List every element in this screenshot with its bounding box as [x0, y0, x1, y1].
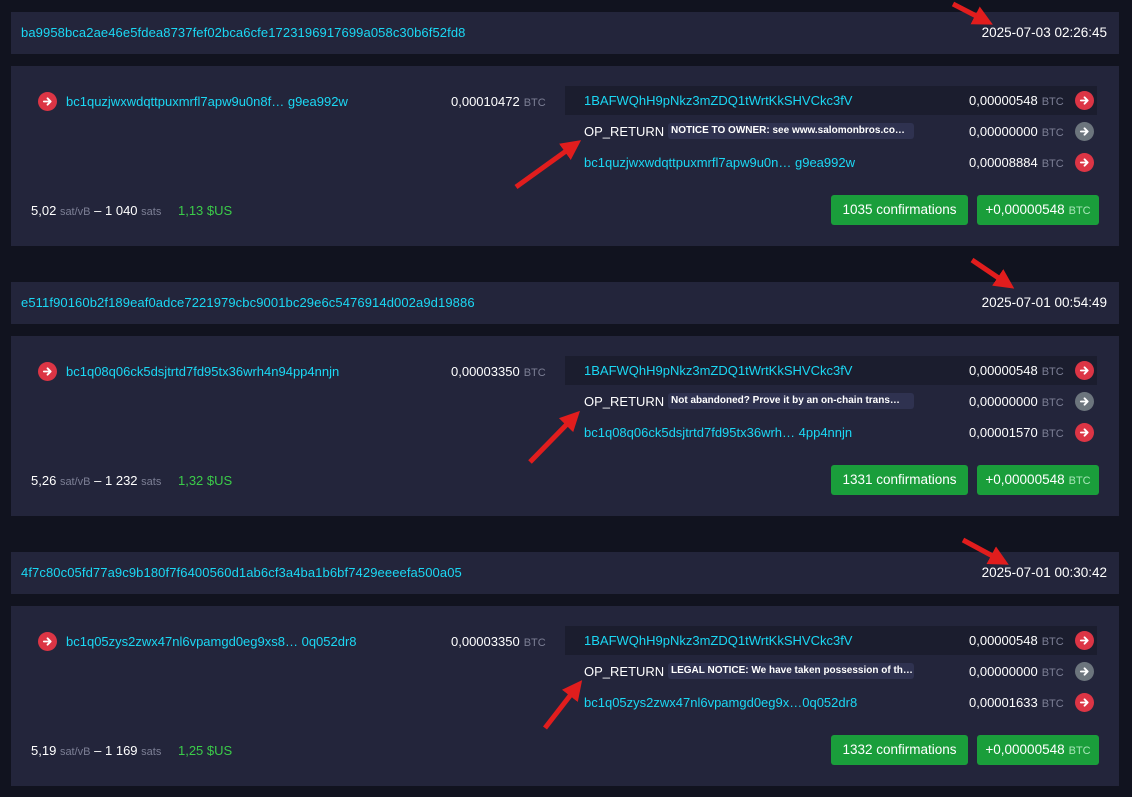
output-amount: 0,00000000 BTC — [969, 664, 1064, 679]
input-address-link[interactable]: bc1q08q06ck5dsjtrtd7fd95tx36wrh4n94pp4nn… — [66, 364, 339, 379]
input-arrow-icon[interactable] — [38, 632, 57, 651]
output-address-link[interactable]: bc1quzjwxwdqttpuxmrfl7apw9u0n… g9ea992w — [584, 155, 855, 170]
txid-link[interactable]: e511f90160b2f189eaf0adce7221979cbc9001bc… — [21, 295, 475, 310]
op-return-message: Not abandoned? Prove it by an on-chain t… — [668, 393, 914, 409]
txid-link[interactable]: 4f7c80c05fd77a9c9b180f7f6400560d1ab6cf3a… — [21, 565, 462, 580]
confirmations-button[interactable]: 1331 confirmations — [831, 465, 968, 495]
fee-summary: 5,26 sat/vB – 1 232 sats 1,32 $US — [31, 473, 233, 488]
txid-link[interactable]: ba9958bca2ae46e5fdea8737fef02bca6cfe1723… — [21, 25, 466, 40]
output-row-op-return: OP_RETURN LEGAL NOTICE: We have taken po… — [565, 657, 1097, 686]
output-row: 1BAFWQhH9pNkz3mZDQ1tWrtKkSHVCkc3fV 0,000… — [565, 626, 1097, 655]
output-address-link[interactable]: 1BAFWQhH9pNkz3mZDQ1tWrtKkSHVCkc3fV — [584, 633, 852, 648]
output-arrow-icon[interactable] — [1075, 631, 1094, 650]
fee-usd: 1,32 $US — [177, 473, 233, 488]
output-address-link[interactable]: 1BAFWQhH9pNkz3mZDQ1tWrtKkSHVCkc3fV — [584, 93, 852, 108]
output-amount: 0,00000000 BTC — [969, 394, 1064, 409]
output-arrow-icon — [1075, 122, 1094, 141]
output-row: 1BAFWQhH9pNkz3mZDQ1tWrtKkSHVCkc3fV 0,000… — [565, 356, 1097, 385]
input-address-link[interactable]: bc1quzjwxwdqttpuxmrfl7apw9u0n8f… g9ea992… — [66, 94, 348, 109]
input-amount: 0,00003350 BTC — [451, 634, 546, 649]
tx-timestamp: 2025-07-01 00:30:42 — [981, 565, 1107, 580]
tx-header: 4f7c80c05fd77a9c9b180f7f6400560d1ab6cf3a… — [11, 552, 1119, 594]
output-arrow-icon[interactable] — [1075, 423, 1094, 442]
tx-header: ba9958bca2ae46e5fdea8737fef02bca6cfe1723… — [11, 12, 1119, 54]
output-amount: 0,00001633 BTC — [969, 695, 1064, 710]
output-amount: 0,00000000 BTC — [969, 124, 1064, 139]
output-arrow-icon[interactable] — [1075, 361, 1094, 380]
op-return-label: OP_RETURN — [584, 664, 665, 679]
output-address-link[interactable]: 1BAFWQhH9pNkz3mZDQ1tWrtKkSHVCkc3fV — [584, 363, 852, 378]
op-return-message: LEGAL NOTICE: We have taken possession o… — [668, 663, 914, 679]
input-address-link[interactable]: bc1q05zys2zwx47nl6vpamgd0eg9xs8… 0q052dr… — [66, 634, 357, 649]
output-row-op-return: OP_RETURN NOTICE TO OWNER: see www.salom… — [565, 117, 1097, 146]
output-amount: 0,00000548 BTC — [969, 633, 1064, 648]
fee-summary: 5,19 sat/vB – 1 169 sats 1,25 $US — [31, 743, 233, 758]
input-amount: 0,00003350 BTC — [451, 364, 546, 379]
output-arrow-icon — [1075, 392, 1094, 411]
fee-summary: 5,02 sat/vB – 1 040 sats 1,13 $US — [31, 203, 233, 218]
input-arrow-icon[interactable] — [38, 92, 57, 111]
op-return-label: OP_RETURN — [584, 394, 665, 409]
op-return-message: NOTICE TO OWNER: see www.salomonbros.co… — [668, 123, 914, 139]
input-arrow-icon[interactable] — [38, 362, 57, 381]
output-row: bc1quzjwxwdqttpuxmrfl7apw9u0n… g9ea992w … — [565, 148, 1097, 177]
annotation-arrow-timestamp-2 — [970, 257, 1015, 289]
total-amount-button[interactable]: +0,00000548 BTC — [977, 195, 1099, 225]
output-amount: 0,00001570 BTC — [969, 425, 1064, 440]
tx-timestamp: 2025-07-03 02:26:45 — [981, 25, 1107, 40]
output-amount: 0,00000548 BTC — [969, 93, 1064, 108]
output-arrow-icon[interactable] — [1075, 693, 1094, 712]
output-arrow-icon — [1075, 662, 1094, 681]
tx-header: e511f90160b2f189eaf0adce7221979cbc9001bc… — [11, 282, 1119, 324]
total-amount-button[interactable]: +0,00000548 BTC — [977, 465, 1099, 495]
tx-timestamp: 2025-07-01 00:54:49 — [981, 295, 1107, 310]
output-arrow-icon[interactable] — [1075, 91, 1094, 110]
input-amount: 0,00010472 BTC — [451, 94, 546, 109]
total-amount-button[interactable]: +0,00000548 BTC — [977, 735, 1099, 765]
output-address-link[interactable]: bc1q08q06ck5dsjtrtd7fd95tx36wrh… 4pp4nnj… — [584, 425, 852, 440]
fee-usd: 1,13 $US — [177, 203, 233, 218]
output-arrow-icon[interactable] — [1075, 153, 1094, 172]
output-row: 1BAFWQhH9pNkz3mZDQ1tWrtKkSHVCkc3fV 0,000… — [565, 86, 1097, 115]
fee-usd: 1,25 $US — [177, 743, 233, 758]
op-return-label: OP_RETURN — [584, 124, 665, 139]
output-row: bc1q05zys2zwx47nl6vpamgd0eg9x…0q052dr8 0… — [565, 688, 1097, 717]
output-amount: 0,00000548 BTC — [969, 363, 1064, 378]
tx-body: bc1q08q06ck5dsjtrtd7fd95tx36wrh4n94pp4nn… — [11, 336, 1119, 516]
output-row-op-return: OP_RETURN Not abandoned? Prove it by an … — [565, 387, 1097, 416]
tx-body: bc1quzjwxwdqttpuxmrfl7apw9u0n8f… g9ea992… — [11, 66, 1119, 246]
tx-body: bc1q05zys2zwx47nl6vpamgd0eg9xs8… 0q052dr… — [11, 606, 1119, 786]
output-address-link[interactable]: bc1q05zys2zwx47nl6vpamgd0eg9x…0q052dr8 — [584, 695, 857, 710]
output-amount: 0,00008884 BTC — [969, 155, 1064, 170]
confirmations-button[interactable]: 1332 confirmations — [831, 735, 968, 765]
confirmations-button[interactable]: 1035 confirmations — [831, 195, 968, 225]
output-row: bc1q08q06ck5dsjtrtd7fd95tx36wrh… 4pp4nnj… — [565, 418, 1097, 447]
